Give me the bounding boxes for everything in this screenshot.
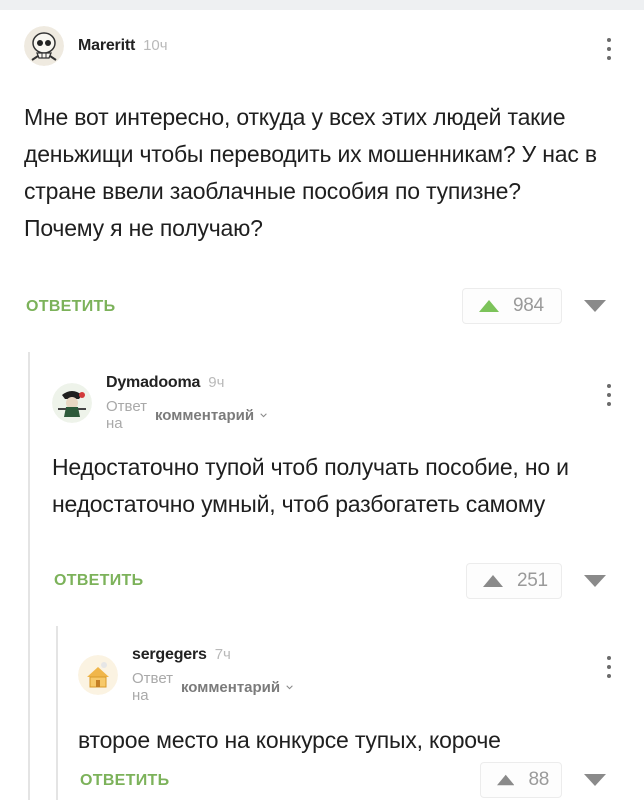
comment-header: Mareritt 10ч (24, 26, 168, 66)
top-divider (0, 0, 644, 10)
rating-count: 88 (528, 769, 549, 790)
reply-button[interactable]: ОТВЕТИТЬ (26, 298, 115, 316)
timestamp: 10ч (143, 37, 168, 54)
upvote-arrow-icon (497, 774, 515, 786)
reply-button[interactable]: ОТВЕТИТЬ (80, 772, 169, 790)
rating-count: 251 (517, 570, 548, 591)
reply-to-link[interactable]: Ответ на комментарий (132, 670, 293, 704)
upvote-arrow-icon (479, 300, 499, 312)
reply-button[interactable]: ОТВЕТИТЬ (54, 572, 143, 590)
rating-count: 984 (513, 295, 544, 316)
comment-header: sergegers 7ч Ответ на комментарий (78, 646, 293, 704)
more-options-icon[interactable] (606, 384, 612, 406)
comment-header: Dymadooma 9ч Ответ на комментарий (52, 374, 267, 432)
chevron-down-icon (286, 684, 293, 689)
upvote-button[interactable]: 251 (466, 563, 562, 599)
username[interactable]: sergegers (132, 646, 207, 664)
character-avatar-icon[interactable] (52, 383, 92, 423)
reply-prefix: Ответ на (106, 398, 148, 432)
reply-to-link[interactable]: Ответ на комментарий (106, 398, 267, 432)
upvote-arrow-icon (483, 575, 503, 587)
timestamp: 9ч (208, 374, 225, 391)
more-options-icon[interactable] (606, 656, 612, 678)
timestamp: 7ч (214, 646, 231, 663)
thread-line (56, 626, 58, 800)
upvote-button[interactable]: 984 (462, 288, 562, 324)
reply-prefix: Ответ на (132, 670, 174, 704)
rating-control: 88 (480, 762, 606, 798)
upvote-button[interactable]: 88 (480, 762, 562, 798)
reply-target[interactable]: комментарий (181, 679, 280, 696)
username[interactable]: Dymadooma (106, 374, 200, 392)
downvote-icon[interactable] (584, 774, 606, 786)
downvote-icon[interactable] (584, 575, 606, 587)
downvote-icon[interactable] (584, 300, 606, 312)
house-avatar-icon[interactable] (78, 655, 118, 695)
rating-control: 251 (466, 563, 606, 599)
username[interactable]: Mareritt (78, 37, 135, 55)
comment-text: Мне вот интересно, откуда у всех этих лю… (24, 104, 597, 241)
thread-line (28, 352, 30, 800)
skull-avatar-icon[interactable] (24, 26, 64, 66)
rating-control: 984 (462, 288, 606, 324)
comment-text: Недостаточно тупой чтоб получать пособие… (52, 454, 569, 517)
comment-text: второе место на конкурсе тупых, короче (78, 727, 501, 753)
reply-target[interactable]: комментарий (155, 407, 254, 424)
more-options-icon[interactable] (606, 38, 612, 60)
chevron-down-icon (260, 412, 267, 417)
